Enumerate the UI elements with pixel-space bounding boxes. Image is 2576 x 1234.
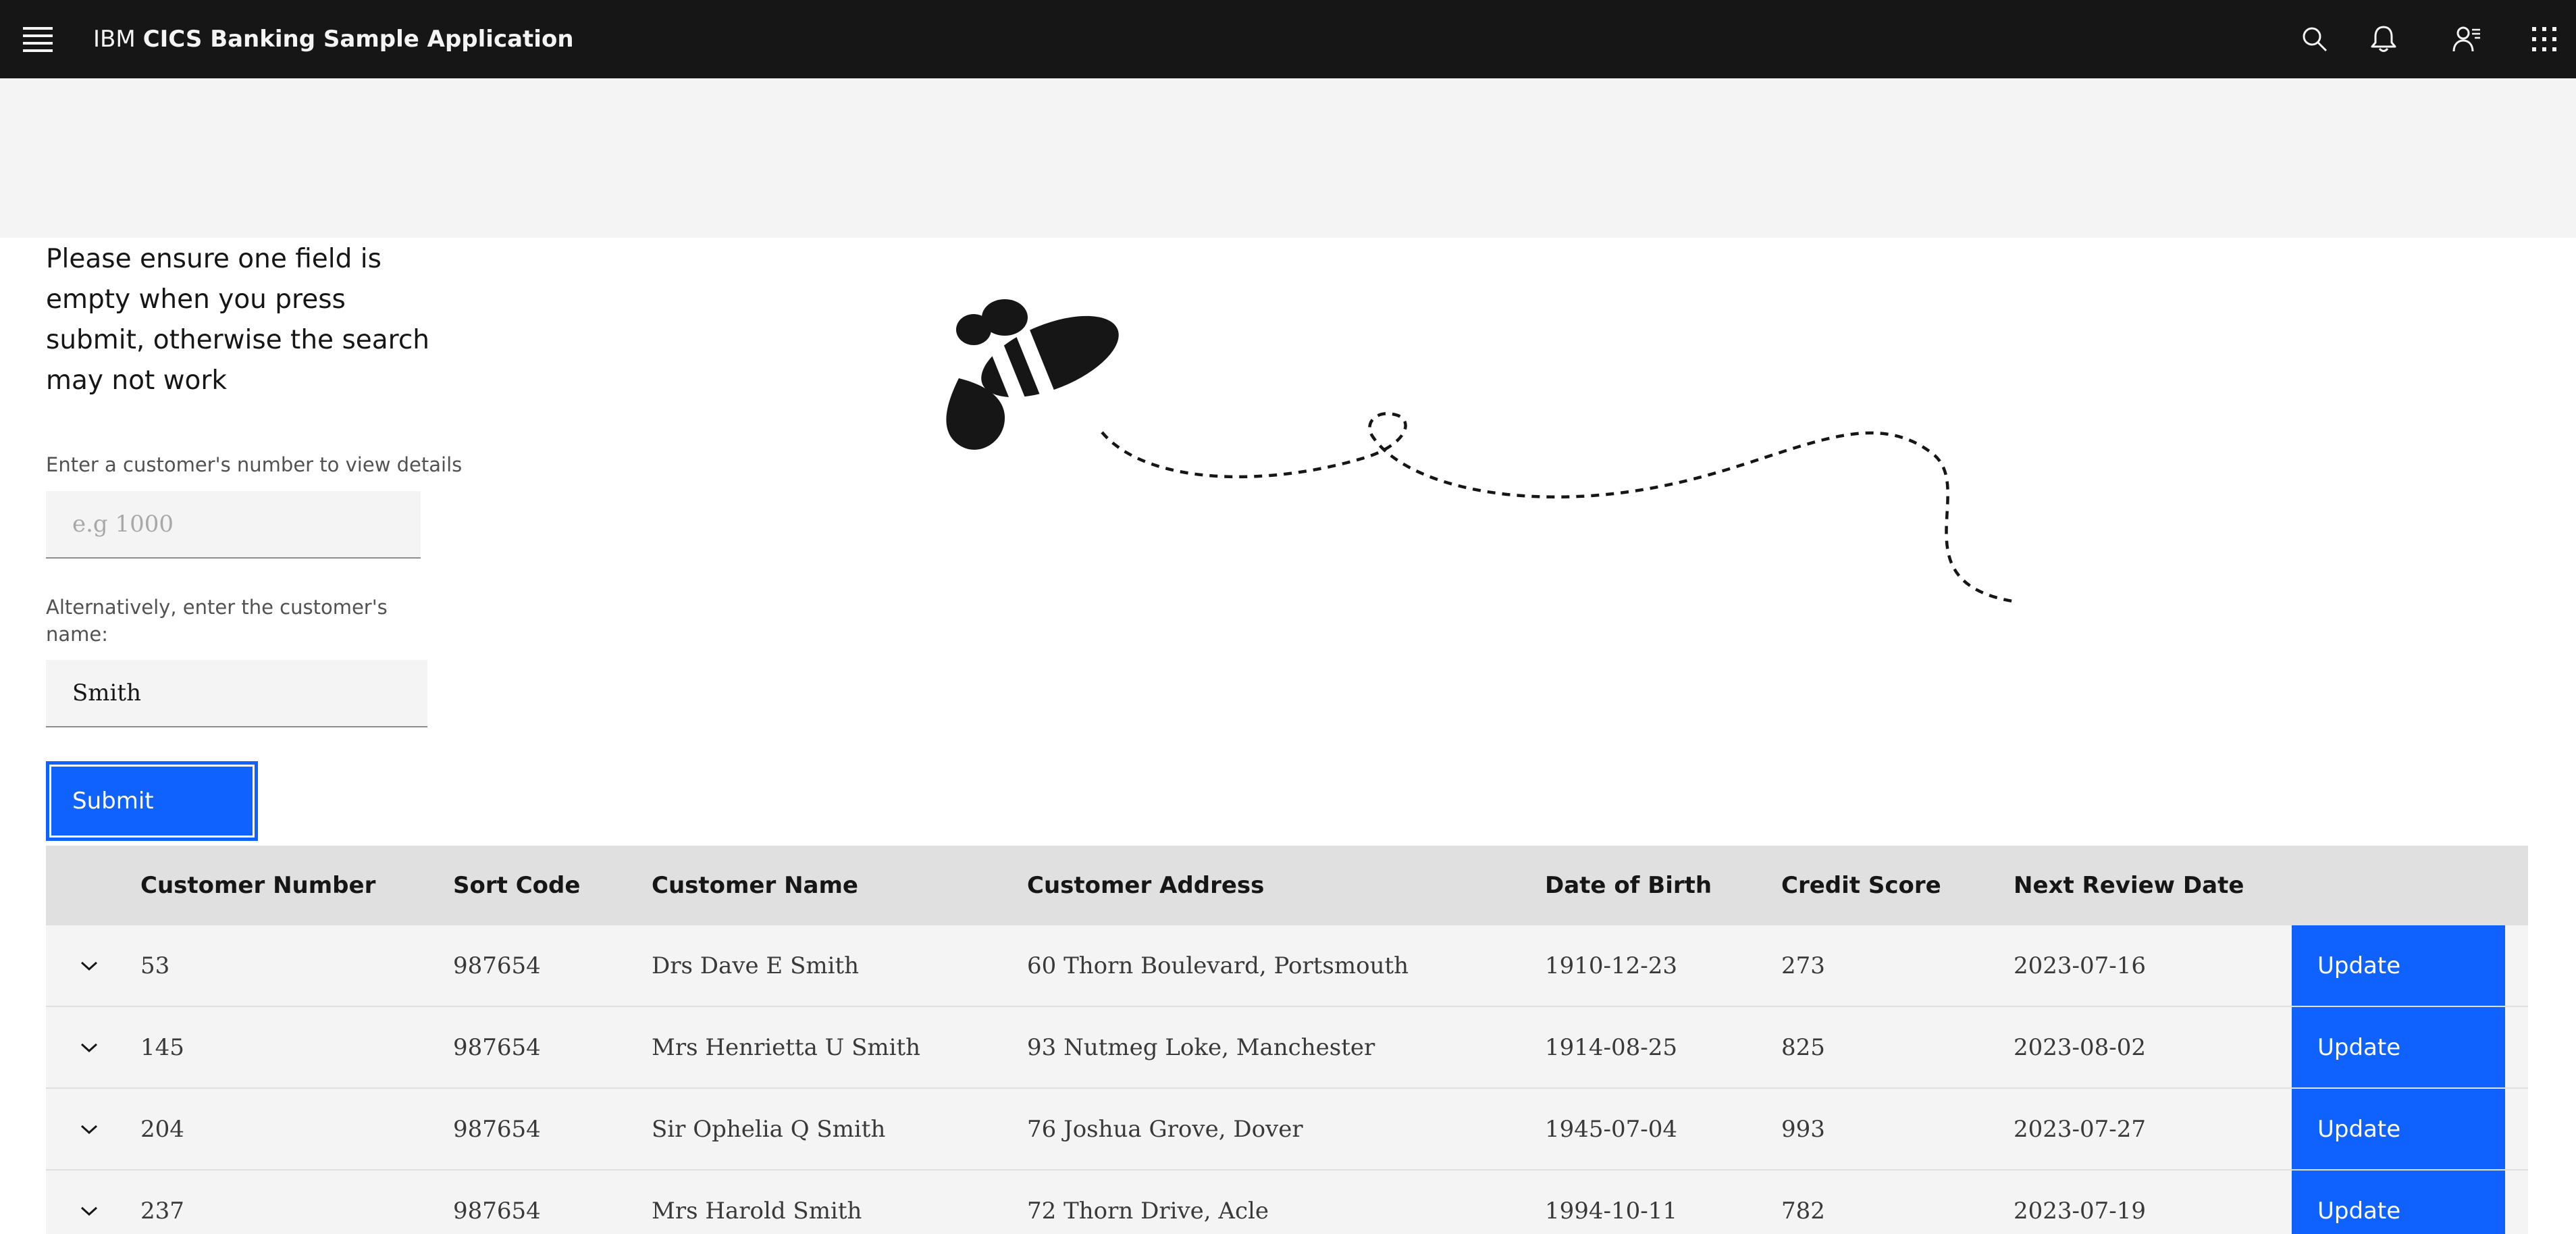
customer-name-label: Alternatively, enter the customer's name… [46, 596, 388, 646]
chevron-down-icon[interactable] [73, 1195, 105, 1227]
customer-number-label: Enter a customer's number to view detail… [46, 453, 463, 476]
column-header-customer-number: Customer Number [140, 872, 376, 899]
table-row: 204 987654 Sir Ophelia Q Smith 76 Joshua… [46, 1089, 2528, 1171]
next-review-date-cell: 2023-08-02 [2014, 1033, 2147, 1061]
credit-score-cell: 825 [1781, 1033, 1825, 1061]
credit-score-cell: 993 [1781, 1115, 1825, 1143]
page-banner [0, 78, 2576, 238]
notification-icon[interactable] [2359, 15, 2408, 63]
submit-button[interactable]: Submit [46, 761, 258, 841]
customer-address-cell: 60 Thorn Boulevard, Portsmouth [1027, 952, 1409, 979]
customer-number-input[interactable] [46, 491, 421, 559]
next-review-date-cell: 2023-07-27 [2014, 1115, 2147, 1143]
sort-code-cell: 987654 [453, 1197, 541, 1225]
update-button[interactable]: Update [2292, 925, 2505, 1006]
customer-number-cell: 145 [140, 1033, 184, 1061]
chevron-down-icon[interactable] [73, 950, 105, 982]
customer-address-cell: 76 Joshua Grove, Dover [1027, 1115, 1303, 1143]
search-instructions: Please ensure one field is empty when yo… [46, 244, 429, 396]
app-switcher-icon[interactable] [2520, 15, 2569, 63]
update-button[interactable]: Update [2292, 1171, 2505, 1234]
user-icon[interactable] [2442, 15, 2491, 63]
table-row: 145 987654 Mrs Henrietta U Smith 93 Nutm… [46, 1007, 2528, 1089]
date-of-birth-cell: 1945-07-04 [1545, 1115, 1678, 1143]
customer-name-cell: Drs Dave E Smith [652, 952, 860, 979]
brand-name: CICS Banking Sample Application [142, 26, 574, 53]
table-row: 53 987654 Drs Dave E Smith 60 Thorn Boul… [46, 925, 2528, 1007]
chevron-down-icon[interactable] [73, 1031, 105, 1064]
customer-number-cell: 53 [140, 952, 170, 979]
customer-name-cell: Sir Ophelia Q Smith [652, 1115, 886, 1143]
table-header: Customer Number Sort Code Customer Name … [46, 846, 2528, 925]
customer-table: Customer Number Sort Code Customer Name … [46, 846, 2528, 1234]
date-of-birth-cell: 1914-08-25 [1545, 1033, 1678, 1061]
column-header-sort-code: Sort Code [453, 872, 581, 899]
update-button[interactable]: Update [2292, 1007, 2505, 1087]
app-header: IBM CICS Banking Sample Application [0, 0, 2576, 78]
column-header-next-review-date: Next Review Date [2014, 872, 2244, 899]
sort-code-cell: 987654 [453, 1115, 541, 1143]
customer-name-input[interactable] [46, 660, 427, 727]
bee-illustration [946, 299, 2013, 603]
next-review-date-cell: 2023-07-16 [2014, 952, 2147, 979]
chevron-down-icon[interactable] [73, 1113, 105, 1146]
customer-name-cell: Mrs Harold Smith [652, 1197, 862, 1225]
sort-code-cell: 987654 [453, 1033, 541, 1061]
credit-score-cell: 273 [1781, 952, 1825, 979]
app-brand[interactable]: IBM CICS Banking Sample Application [93, 0, 574, 78]
column-header-date-of-birth: Date of Birth [1545, 872, 1712, 899]
customer-address-cell: 93 Nutmeg Loke, Manchester [1027, 1033, 1375, 1061]
menu-icon[interactable] [14, 15, 62, 63]
customer-name-cell: Mrs Henrietta U Smith [652, 1033, 921, 1061]
table-row: 237 987654 Mrs Harold Smith 72 Thorn Dri… [46, 1171, 2528, 1234]
column-header-customer-name: Customer Name [652, 872, 858, 899]
search-icon[interactable] [2290, 15, 2339, 63]
customer-number-cell: 237 [140, 1197, 184, 1225]
next-review-date-cell: 2023-07-19 [2014, 1197, 2147, 1225]
brand-prefix: IBM [93, 26, 136, 53]
customer-number-cell: 204 [140, 1115, 184, 1143]
sort-code-cell: 987654 [453, 952, 541, 979]
credit-score-cell: 782 [1781, 1197, 1825, 1225]
customer-address-cell: 72 Thorn Drive, Acle [1027, 1197, 1269, 1225]
column-header-customer-address: Customer Address [1027, 872, 1265, 899]
column-header-credit-score: Credit Score [1781, 872, 1941, 899]
update-button[interactable]: Update [2292, 1089, 2505, 1169]
date-of-birth-cell: 1994-10-11 [1545, 1197, 1678, 1225]
date-of-birth-cell: 1910-12-23 [1545, 952, 1678, 979]
